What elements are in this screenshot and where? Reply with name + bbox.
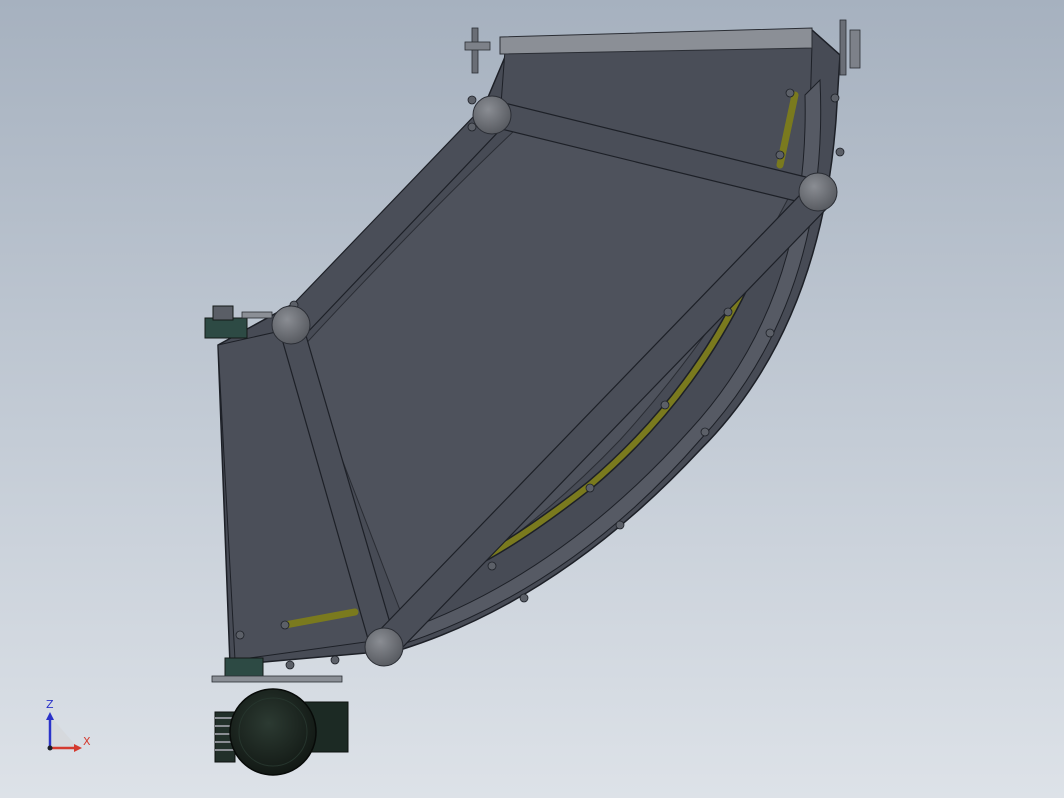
corner-roller-top-left: [472, 95, 512, 135]
drive-motor: [214, 688, 349, 776]
bolt: [615, 520, 625, 530]
top-left-bracket: [464, 27, 491, 74]
z-axis-arrow: [46, 712, 54, 720]
motor-housing: [229, 688, 317, 776]
x-axis-arrow: [74, 744, 82, 752]
bolt: [519, 593, 529, 603]
triad-origin: [47, 745, 53, 751]
top-right-bracket: [839, 19, 861, 76]
bolt: [285, 660, 295, 670]
bolt: [660, 400, 670, 410]
bolt: [585, 483, 595, 493]
bolt: [785, 88, 795, 98]
bolt: [765, 328, 775, 338]
corner-roller-bottom: [364, 627, 404, 667]
cad-viewport[interactable]: Z X: [0, 0, 1064, 798]
bolt: [467, 122, 477, 132]
bolt: [487, 561, 497, 571]
corner-roller-top-right: [798, 172, 838, 212]
bolt: [830, 93, 840, 103]
x-axis-label: X: [83, 735, 91, 748]
bolt: [835, 147, 845, 157]
bolt: [235, 630, 245, 640]
bolt: [700, 427, 710, 437]
z-axis-label: Z: [46, 698, 54, 711]
bolt: [775, 150, 785, 160]
bolt: [467, 95, 477, 105]
orientation-triad: [46, 712, 82, 752]
bolt: [330, 655, 340, 665]
triad-plane: [52, 718, 78, 748]
model-canvas[interactable]: [0, 0, 1064, 798]
bolt: [723, 307, 733, 317]
corner-roller-left: [271, 305, 311, 345]
bolt: [280, 620, 290, 630]
